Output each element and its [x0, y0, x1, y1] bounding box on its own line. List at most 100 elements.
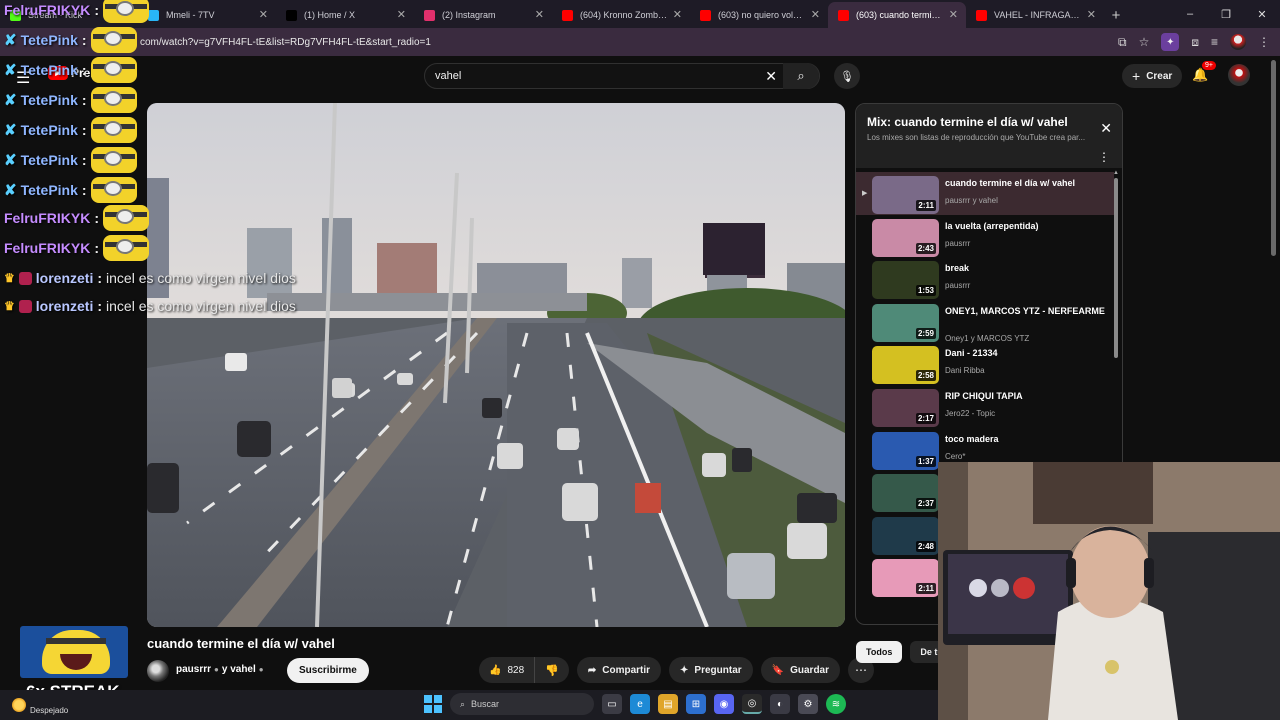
ask-button[interactable]: ✦ Preguntar [669, 657, 753, 683]
mix-item[interactable]: 2:43 la vuelta (arrepentida) pausrrr [856, 215, 1114, 258]
share-label: Compartir [602, 664, 651, 676]
browser-tab[interactable]: (603) no quiero volver atr ✕ [690, 2, 828, 28]
browser-tab[interactable]: (2) Instagram ✕ [414, 2, 552, 28]
chat-username: TetePink [20, 152, 78, 168]
minion-emote [103, 235, 150, 261]
browser-menu-icon[interactable]: ⋮ [1258, 35, 1270, 49]
browser-tab[interactable]: (603) cuando termine el d ✕ [828, 2, 966, 28]
taskbar-search[interactable]: ⌕ Buscar [450, 693, 594, 715]
weather-label: Despejado [30, 706, 69, 715]
channel-name[interactable]: pausrrr ● y vahel ● [176, 664, 267, 675]
screen: Stream · Kick✕Mmeli - 7TV✕(1) Home / X✕(… [0, 0, 1280, 720]
page-scrollbar[interactable] [1271, 60, 1276, 256]
chrome-icon[interactable]: ◎ [742, 694, 762, 714]
chat-separator: : [81, 62, 87, 78]
close-tab-icon[interactable]: ✕ [535, 8, 544, 21]
weather-widget[interactable]: Despejado [12, 694, 68, 715]
crown-badge-icon: ♛ [4, 271, 15, 285]
mix-item[interactable]: 2:58 Dani - 21334 Dani Ribba [856, 342, 1114, 385]
mix-scrollbar[interactable] [1114, 178, 1118, 358]
create-button[interactable]: + Crear [1122, 64, 1183, 88]
close-tab-icon[interactable]: ✕ [949, 8, 958, 21]
browser-tab[interactable]: VAHEL - INFRAGANTI (AC ✕ [966, 2, 1104, 28]
mix-item-channel: Cero* [945, 451, 966, 461]
mix-item-title: RIP CHIQUI TAPIA [945, 390, 1023, 401]
chat-username: TetePink [20, 32, 78, 48]
mix-item-thumbnail[interactable]: 2:17 [872, 388, 939, 427]
close-tab-icon[interactable]: ✕ [397, 8, 406, 21]
mix-item[interactable]: ▶ 2:11 cuando termine el día w/ vahel pausr… [856, 172, 1114, 215]
mix-item-thumbnail[interactable]: 2:11 [872, 559, 939, 598]
close-tab-icon[interactable]: ✕ [811, 8, 820, 21]
mix-menu-icon[interactable]: ⋮ [1098, 150, 1110, 164]
file-explorer-icon[interactable]: ▤ [658, 694, 678, 714]
sub-badge-icon [18, 271, 32, 285]
duration-badge: 2:11 [916, 200, 936, 211]
mix-item-thumbnail[interactable]: 2:37 [872, 474, 939, 513]
mix-item-title: la vuelta (arrepentida) [945, 220, 1039, 231]
mix-item-thumbnail[interactable]: 2:58 [872, 346, 939, 385]
store-icon[interactable]: ⊞ [686, 694, 706, 714]
search-icon[interactable]: ⌕ [783, 63, 819, 89]
notification-badge: 9+ [1202, 61, 1216, 70]
chip-all[interactable]: Todos [856, 641, 903, 663]
extension-icon[interactable]: ✦ [1161, 33, 1180, 51]
task-view-icon[interactable]: ▭ [602, 694, 622, 714]
close-window-icon[interactable]: ✕ [1244, 0, 1280, 28]
like-count: 828 [507, 664, 525, 676]
windows-start-icon[interactable] [424, 695, 442, 713]
instagram-icon [424, 10, 435, 21]
chat-message: ✘ TetePink: [4, 57, 137, 83]
close-tab-icon[interactable]: ✕ [1087, 8, 1096, 21]
duration-badge: 2:48 [915, 540, 936, 552]
maximize-icon[interactable]: ❐ [1208, 0, 1244, 28]
bookmark-star-icon[interactable]: ☆ [1139, 35, 1150, 49]
discord-icon[interactable]: ◉ [714, 694, 734, 714]
mix-item-thumbnail[interactable]: 2:11 [872, 176, 939, 214]
search-input[interactable]: vahel [435, 70, 461, 82]
mix-item[interactable]: 1:53 break pausrrr [856, 257, 1114, 300]
like-button[interactable]: 👍 828 [479, 657, 536, 683]
spotify-icon[interactable]: ≋ [826, 694, 846, 714]
notifications-bell-icon[interactable]: 🔔 9+ [1192, 61, 1216, 83]
new-tab-button[interactable]: + [1104, 2, 1128, 28]
minimize-icon[interactable]: – [1172, 0, 1208, 28]
chat-message: ✘ TetePink: [4, 147, 137, 173]
save-button[interactable]: 🔖 Guardar [760, 657, 841, 683]
mix-item-thumbnail[interactable]: 2:43 [872, 218, 939, 257]
channel-avatar[interactable] [147, 660, 169, 682]
mix-item[interactable]: 2:59 ONEY1, MARCOS YTZ - NERFEARME Oney1 y… [856, 300, 1114, 343]
duration-badge: 1:37 [915, 455, 936, 467]
account-avatar[interactable] [1228, 64, 1250, 86]
install-app-icon[interactable]: ⧉ [1118, 35, 1127, 50]
share-button[interactable]: ➦ Compartir [576, 657, 662, 683]
sword-badge-icon: ✘ [4, 182, 17, 199]
mix-item-title: cuando termine el día w/ vahel [945, 178, 1076, 188]
save-label: Guardar [790, 664, 830, 676]
sword-badge-icon: ✘ [4, 122, 17, 139]
mix-item-thumbnail[interactable]: 1:37 [872, 431, 939, 470]
app-icon[interactable]: ◐ [770, 694, 790, 714]
microphone-icon[interactable]: 🎙 [834, 63, 860, 89]
search-box: vahel ✕ ⌕ [424, 63, 820, 89]
edge-icon[interactable]: e [630, 694, 650, 714]
mix-item-thumbnail[interactable]: 2:48 [872, 516, 939, 555]
mix-header: Mix: cuando termine el día w/ vahel Los … [856, 104, 1122, 168]
close-tab-icon[interactable]: ✕ [673, 8, 682, 21]
mix-item-thumbnail[interactable]: 1:53 [872, 261, 939, 300]
video-actions: 👍 828 👎 ➦ Compartir ✦ Preguntar 🔖 Guarda… [479, 657, 875, 683]
mix-item-title: ONEY1, MARCOS YTZ - NERFEARME [945, 305, 1105, 316]
mix-item[interactable]: 2:17 RIP CHIQUI TAPIA Jero22 - Topic [856, 385, 1114, 428]
close-icon[interactable]: ✕ [1100, 120, 1112, 137]
dislike-button[interactable]: 👎 [535, 657, 569, 683]
mix-item-thumbnail[interactable]: 2:59 [872, 303, 939, 342]
subscribe-button[interactable]: Suscribirme [287, 658, 369, 683]
profile-avatar[interactable] [1230, 34, 1246, 50]
settings-icon[interactable]: ⚙ [798, 694, 818, 714]
chat-username: FelruFRIKYK [4, 2, 91, 18]
chat-separator: : [94, 2, 100, 18]
browser-tab[interactable]: (604) Kronno Zomber - C ✕ [552, 2, 690, 28]
extensions-puzzle-icon[interactable]: ⧈ [1191, 35, 1199, 50]
tab-search-icon[interactable]: ≡ [1211, 35, 1218, 49]
clear-search-icon[interactable]: ✕ [765, 68, 777, 85]
